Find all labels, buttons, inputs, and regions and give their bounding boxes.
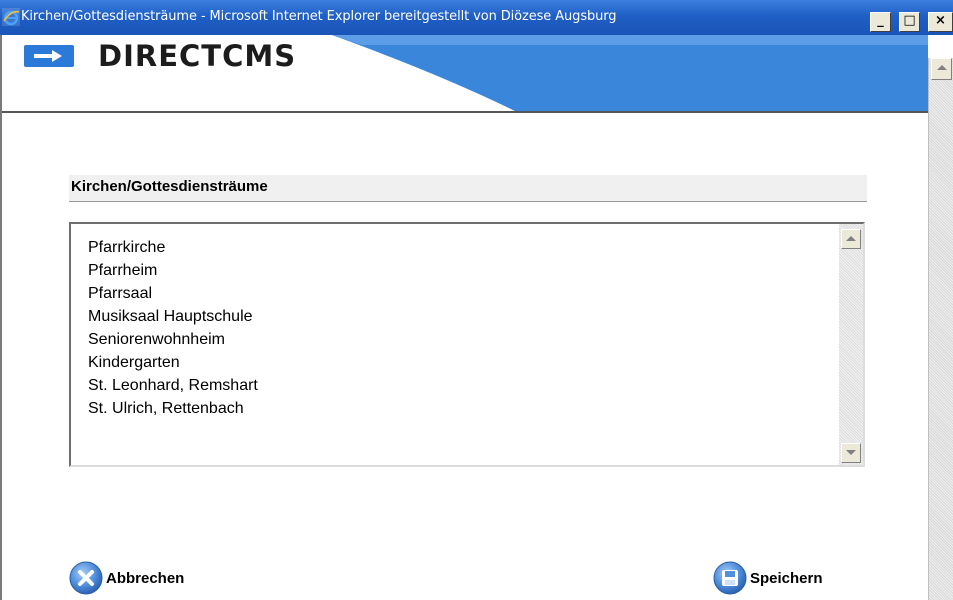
list-item[interactable]: Seniorenwohnheim bbox=[88, 328, 258, 351]
cancel-button[interactable]: Abbrechen bbox=[68, 560, 184, 596]
room-listbox[interactable]: Pfarrkirche Pfarrheim Pfarrsaal Musiksaa… bbox=[69, 222, 865, 467]
internet-explorer-icon bbox=[2, 8, 20, 26]
minimize-button[interactable]: _ bbox=[870, 12, 891, 32]
list-item[interactable]: Kindergarten bbox=[88, 351, 258, 374]
list-item[interactable]: Pfarrsaal bbox=[88, 282, 258, 305]
minimize-icon: _ bbox=[877, 13, 884, 28]
logo-text: DIRECTCMS bbox=[98, 39, 297, 73]
save-disk-icon bbox=[713, 561, 747, 595]
list-item[interactable]: Pfarrkirche bbox=[88, 236, 258, 259]
list-item[interactable]: St. Leonhard, Remshart bbox=[88, 374, 258, 397]
list-item[interactable]: Pfarrheim bbox=[88, 259, 258, 282]
section-heading: Kirchen/Gottesdiensträume bbox=[69, 175, 867, 202]
maximize-button[interactable]: □ bbox=[899, 12, 920, 32]
maximize-icon: □ bbox=[903, 13, 916, 28]
header-divider bbox=[2, 111, 928, 113]
list-scrollbar[interactable] bbox=[839, 224, 863, 465]
scroll-up-icon[interactable] bbox=[841, 229, 861, 249]
window-scrollbar[interactable] bbox=[928, 58, 953, 600]
list-item[interactable]: St. Ulrich, Rettenbach bbox=[88, 397, 258, 420]
cancel-label: Abbrechen bbox=[106, 569, 185, 587]
save-label: Speichern bbox=[750, 569, 823, 587]
list-item[interactable]: Musiksaal Hauptschule bbox=[88, 305, 258, 328]
window-titlebar: Kirchen/Gottesdiensträume - Microsoft In… bbox=[0, 0, 953, 35]
cancel-x-icon bbox=[69, 561, 103, 595]
save-button[interactable]: Speichern bbox=[712, 560, 823, 596]
close-icon: × bbox=[935, 13, 946, 28]
window-left-border bbox=[0, 35, 2, 600]
room-list: Pfarrkirche Pfarrheim Pfarrsaal Musiksaa… bbox=[88, 236, 258, 420]
arrow-right-icon bbox=[24, 45, 74, 67]
close-button[interactable]: × bbox=[928, 12, 953, 32]
scroll-down-icon[interactable] bbox=[841, 443, 861, 463]
cms-header: DIRECTCMS bbox=[2, 35, 928, 112]
window-title: Kirchen/Gottesdiensträume - Microsoft In… bbox=[21, 9, 617, 24]
scroll-up-arrow-icon[interactable] bbox=[931, 58, 952, 80]
